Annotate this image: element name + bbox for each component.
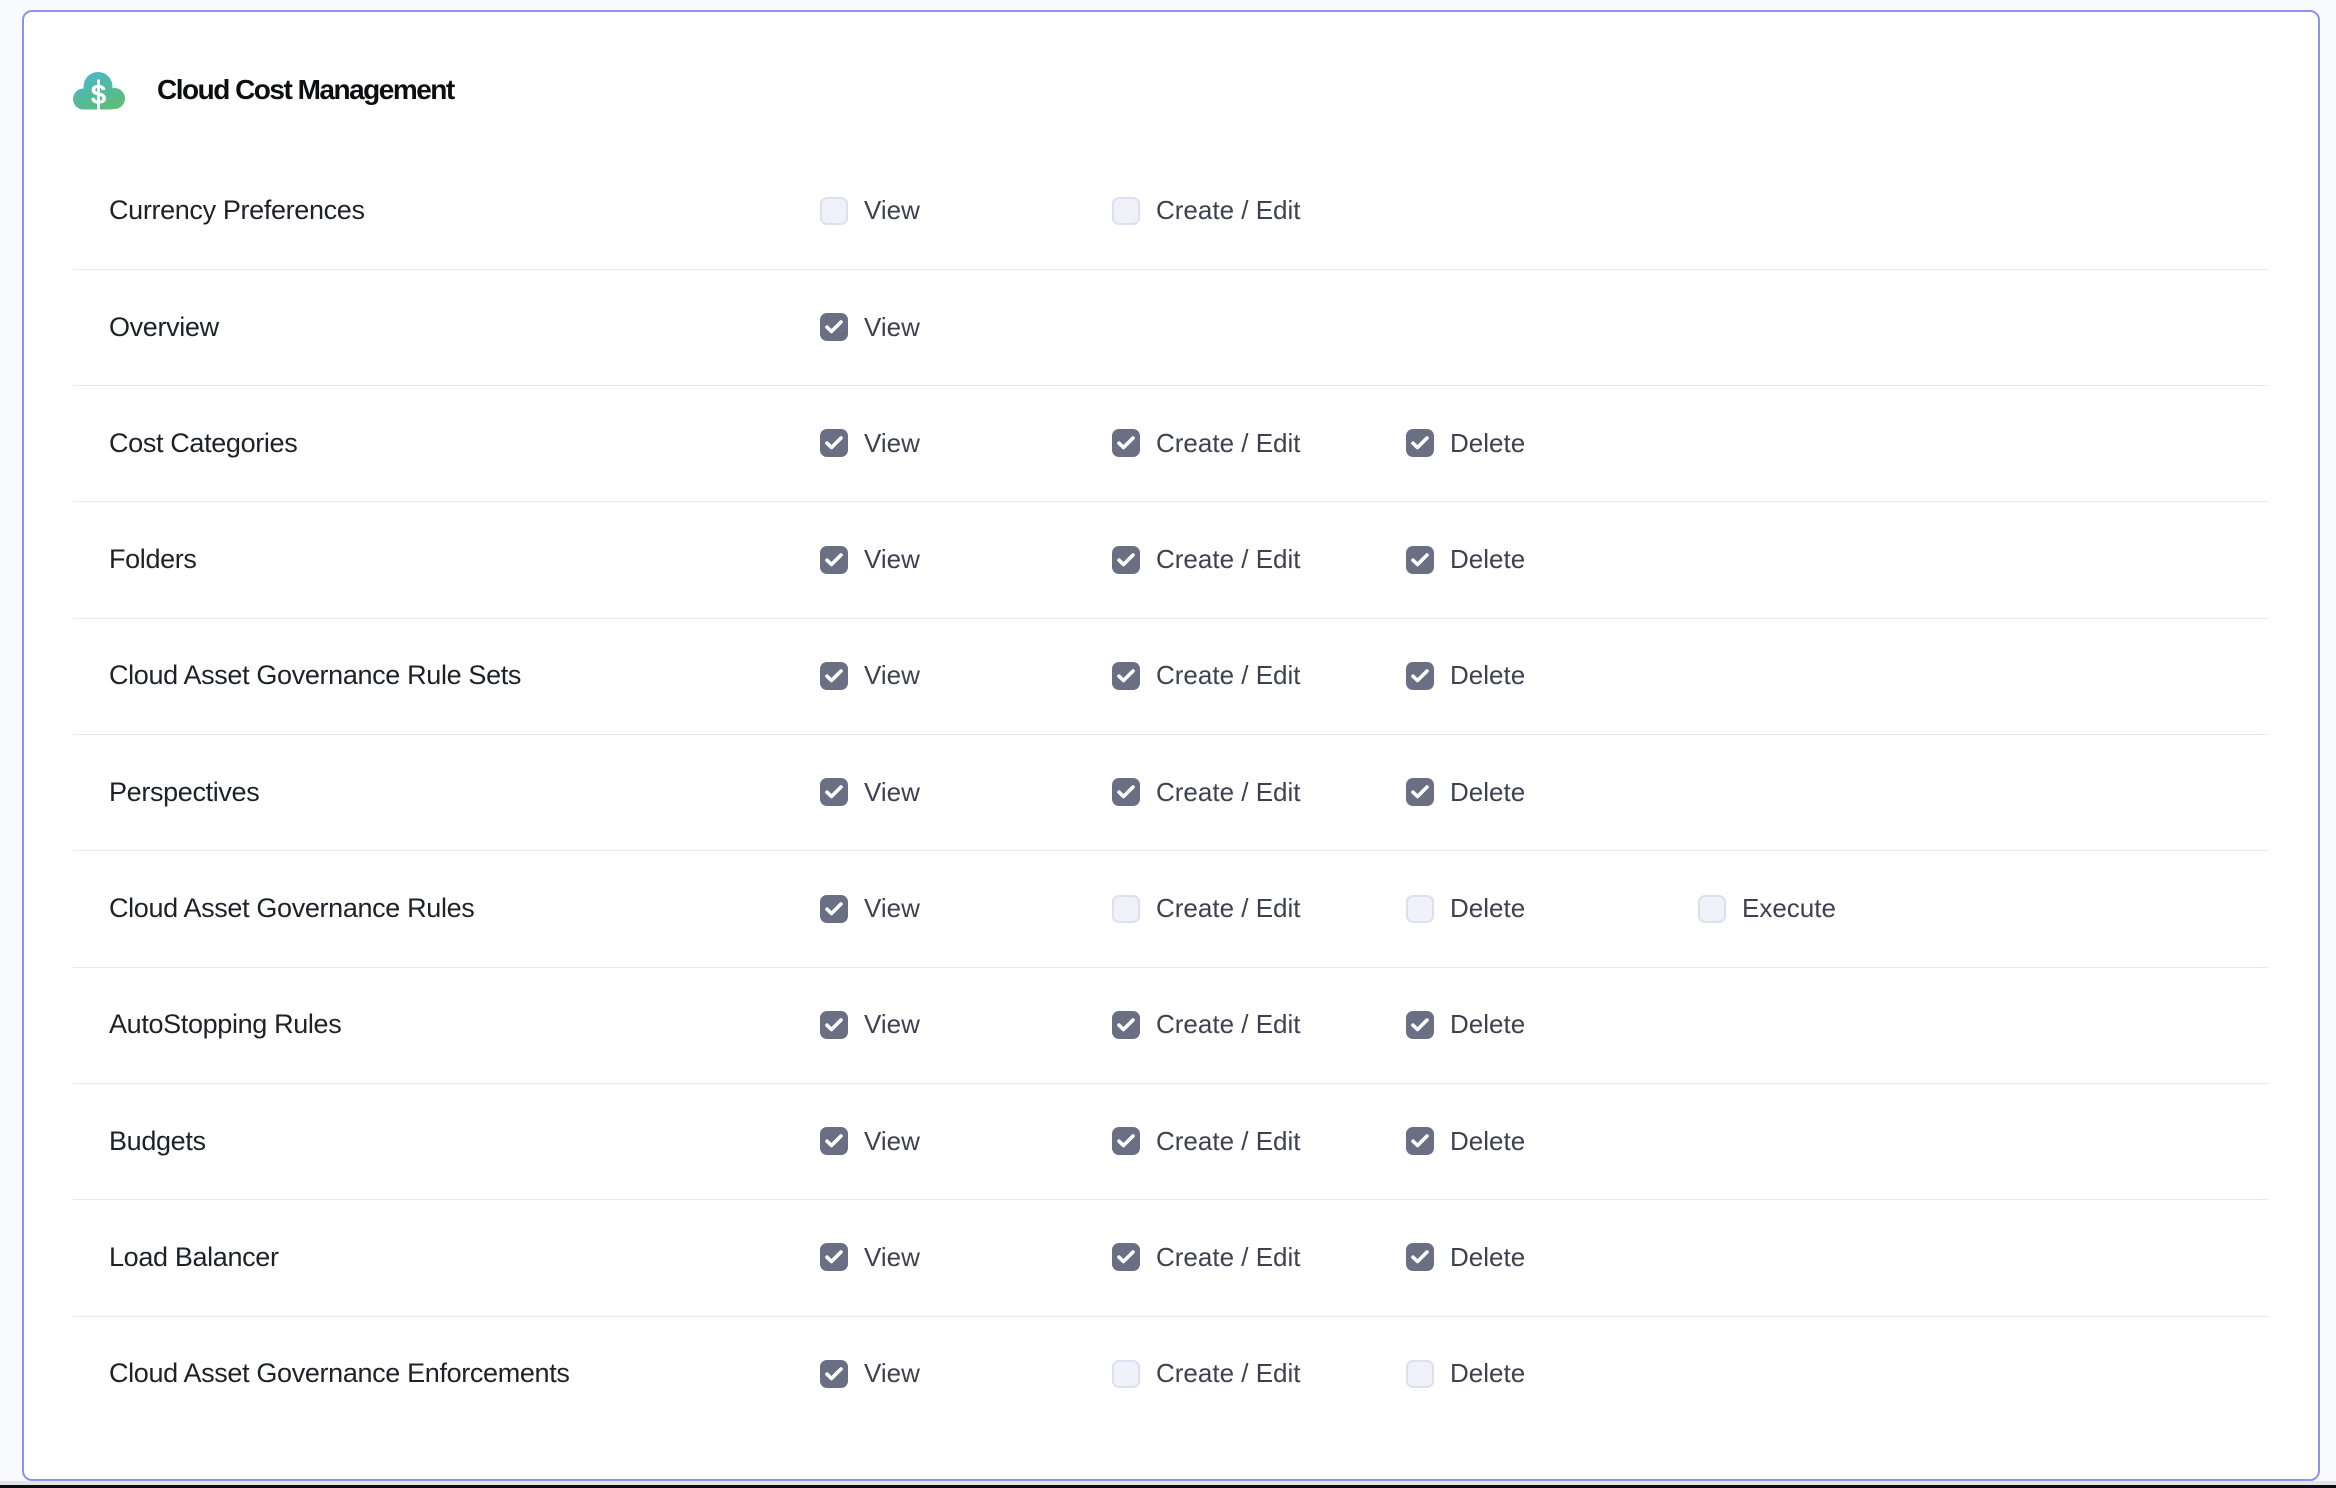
svg-text:$: $ [91, 79, 107, 110]
